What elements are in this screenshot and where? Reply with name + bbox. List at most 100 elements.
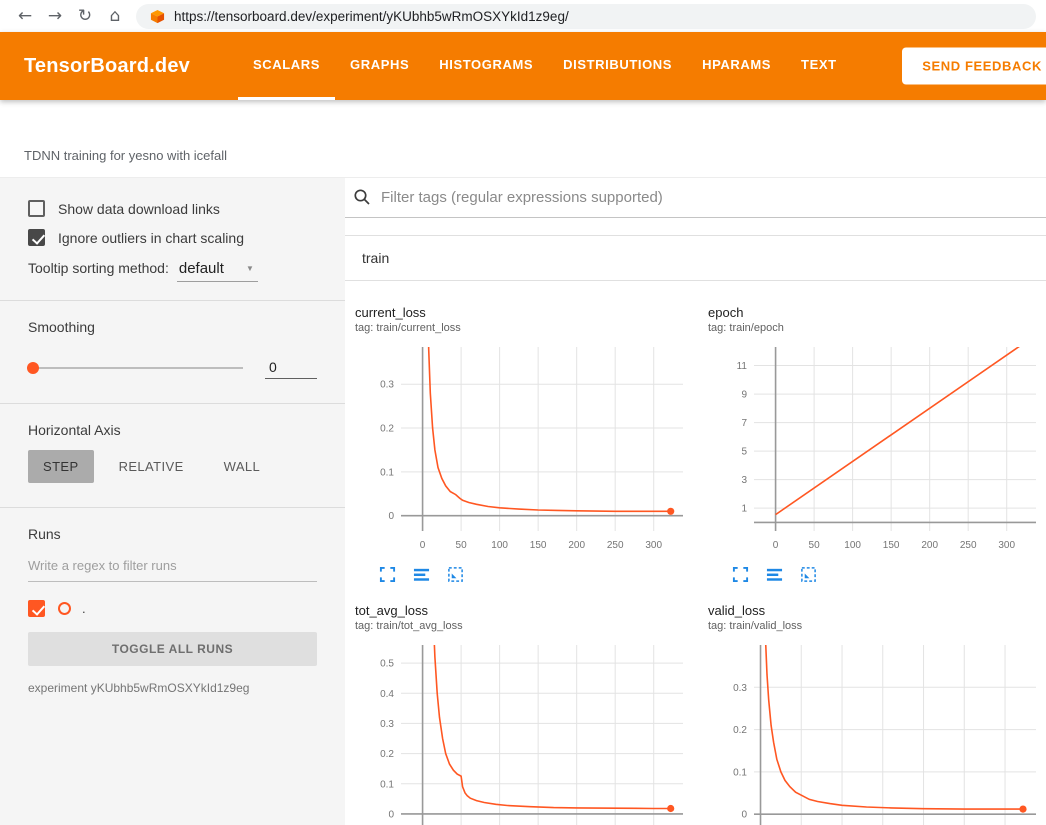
chart-card-current-loss: current_loss tag: train/current_loss 0 50… xyxy=(351,305,701,583)
chart-tag: tag: train/valid_loss xyxy=(708,620,1046,632)
filter-tags-input[interactable]: Filter tags (regular expressions support… xyxy=(381,189,663,206)
expand-chart-icon[interactable] xyxy=(732,566,749,583)
svg-text:5: 5 xyxy=(741,447,747,458)
svg-text:0.4: 0.4 xyxy=(380,689,394,700)
top-nav: SCALARS GRAPHS HISTOGRAMS DISTRIBUTIONS … xyxy=(238,32,852,100)
home-icon[interactable]: ⌂ xyxy=(100,1,130,31)
fit-domain-icon[interactable] xyxy=(800,566,817,583)
svg-text:0: 0 xyxy=(388,511,394,522)
ignore-outliers-label: Ignore outliers in chart scaling xyxy=(58,230,244,246)
address-bar[interactable]: https://tensorboard.dev/experiment/yKUbh… xyxy=(136,4,1036,29)
svg-text:100: 100 xyxy=(844,540,861,551)
svg-text:0.3: 0.3 xyxy=(380,380,394,391)
axis-step-button[interactable]: STEP xyxy=(28,450,94,483)
tab-graphs[interactable]: GRAPHS xyxy=(335,32,424,100)
chart-title: tot_avg_loss xyxy=(355,603,701,618)
svg-text:0.3: 0.3 xyxy=(380,719,394,730)
smoothing-slider[interactable] xyxy=(28,367,243,369)
svg-text:0: 0 xyxy=(741,810,747,821)
svg-text:300: 300 xyxy=(998,540,1015,551)
tab-hparams[interactable]: HPARAMS xyxy=(687,32,786,100)
toggle-all-runs-button[interactable]: TOGGLE ALL RUNS xyxy=(28,632,317,666)
line-chart-tot-avg-loss[interactable]: 05010015020025030000.10.20.30.40.5 xyxy=(351,639,691,825)
axis-wall-button[interactable]: WALL xyxy=(209,450,276,483)
chart-card-epoch: epoch tag: train/epoch 05010015020025030… xyxy=(704,305,1046,583)
svg-text:50: 50 xyxy=(809,540,821,551)
experiment-id-label: experiment yKUbhb5wRmOSXYkId1z9eg xyxy=(28,681,317,695)
runs-label: Runs xyxy=(28,526,317,542)
experiment-subheader: TDNN training for yesno with icefall xyxy=(0,100,1046,178)
axis-relative-button[interactable]: RELATIVE xyxy=(104,450,199,483)
chart-toolbar xyxy=(379,566,701,583)
svg-text:0.1: 0.1 xyxy=(380,779,394,790)
svg-text:0.1: 0.1 xyxy=(380,467,394,478)
svg-text:9: 9 xyxy=(741,390,747,401)
svg-text:250: 250 xyxy=(607,540,624,551)
run-row[interactable]: . xyxy=(28,600,317,617)
tab-distributions[interactable]: DISTRIBUTIONS xyxy=(548,32,687,100)
line-chart-valid-loss[interactable]: 5010015020025030000.10.20.3 xyxy=(704,639,1044,825)
svg-text:100: 100 xyxy=(491,540,508,551)
show-download-links-row[interactable]: Show data download links xyxy=(28,200,317,217)
svg-text:0: 0 xyxy=(420,540,426,551)
chart-card-valid-loss: valid_loss tag: train/valid_loss 5010015… xyxy=(704,603,1046,825)
tooltip-sorting-dropdown[interactable]: default ▼ xyxy=(177,260,258,282)
back-icon[interactable]: ← xyxy=(10,1,40,31)
toggle-runs-icon[interactable] xyxy=(413,566,430,583)
svg-text:50: 50 xyxy=(456,540,468,551)
ignore-outliers-row[interactable]: Ignore outliers in chart scaling xyxy=(28,229,317,246)
run-checkbox[interactable] xyxy=(28,600,45,617)
forward-icon[interactable]: → xyxy=(40,1,70,31)
chart-toolbar xyxy=(732,566,1046,583)
smoothing-value-field[interactable]: 0 xyxy=(265,357,317,379)
tag-group-header[interactable]: train xyxy=(345,235,1046,281)
line-chart-current-loss[interactable]: 05010015020025030000.10.20.3 xyxy=(351,341,691,559)
svg-text:0.3: 0.3 xyxy=(733,683,747,694)
chart-title: epoch xyxy=(708,305,1046,320)
tooltip-sorting-label: Tooltip sorting method: xyxy=(28,260,169,276)
svg-text:0: 0 xyxy=(388,809,394,820)
horizontal-axis-label: Horizontal Axis xyxy=(28,422,317,438)
svg-text:200: 200 xyxy=(568,540,585,551)
show-download-links-label: Show data download links xyxy=(58,201,220,217)
settings-sidebar: Show data download links Ignore outliers… xyxy=(0,178,345,825)
svg-text:150: 150 xyxy=(530,540,547,551)
tag-group-card: train current_loss tag: train/current_lo… xyxy=(345,235,1046,825)
svg-text:300: 300 xyxy=(645,540,662,551)
experiment-description: TDNN training for yesno with icefall xyxy=(24,148,227,163)
run-name: . xyxy=(82,601,86,616)
line-chart-epoch[interactable]: 0501001502002503001357911 xyxy=(704,341,1044,559)
run-color-swatch xyxy=(58,602,71,615)
svg-text:0: 0 xyxy=(773,540,779,551)
content: Show data download links Ignore outliers… xyxy=(0,178,1046,825)
chart-title: current_loss xyxy=(355,305,701,320)
url-text[interactable]: https://tensorboard.dev/experiment/yKUbh… xyxy=(174,9,569,24)
tab-text[interactable]: TEXT xyxy=(786,32,852,100)
fit-domain-icon[interactable] xyxy=(447,566,464,583)
app-logo[interactable]: TensorBoard.dev xyxy=(0,32,214,100)
screen: ← → ↻ ⌂ https://tensorboard.dev/experime… xyxy=(0,0,1046,825)
show-download-links-checkbox[interactable] xyxy=(28,200,45,217)
svg-text:0.2: 0.2 xyxy=(733,725,747,736)
filter-tags-row[interactable]: Filter tags (regular expressions support… xyxy=(345,178,1046,218)
expand-chart-icon[interactable] xyxy=(379,566,396,583)
send-feedback-button[interactable]: SEND FEEDBACK xyxy=(902,48,1046,85)
tooltip-sorting-value: default xyxy=(179,260,224,277)
browser-toolbar: ← → ↻ ⌂ https://tensorboard.dev/experime… xyxy=(0,0,1046,32)
reload-icon[interactable]: ↻ xyxy=(70,1,100,31)
site-favicon-icon xyxy=(150,9,165,24)
svg-text:200: 200 xyxy=(921,540,938,551)
chart-title: valid_loss xyxy=(708,603,1046,618)
tab-histograms[interactable]: HISTOGRAMS xyxy=(424,32,548,100)
tab-scalars[interactable]: SCALARS xyxy=(238,32,335,100)
svg-text:150: 150 xyxy=(883,540,900,551)
ignore-outliers-checkbox[interactable] xyxy=(28,229,45,246)
toggle-runs-icon[interactable] xyxy=(766,566,783,583)
chart-tag: tag: train/current_loss xyxy=(355,322,701,334)
chart-tag: tag: train/tot_avg_loss xyxy=(355,620,701,632)
runs-filter-input[interactable]: Write a regex to filter runs xyxy=(28,554,317,582)
smoothing-slider-thumb[interactable] xyxy=(27,362,39,374)
scalars-main: Filter tags (regular expressions support… xyxy=(345,178,1046,825)
svg-text:1: 1 xyxy=(741,504,747,515)
svg-text:0.5: 0.5 xyxy=(380,659,394,670)
